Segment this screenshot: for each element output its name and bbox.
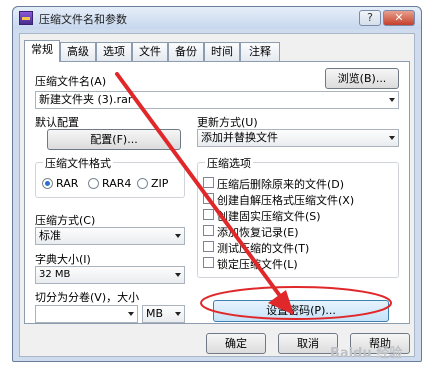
archive-name-input[interactable]: 新建文件夹 (3).rar xyxy=(35,91,399,109)
delete-after-archiving-label: 压缩后删除原来的文件(D) xyxy=(217,178,345,191)
tab-time[interactable]: 时间 xyxy=(204,42,240,61)
chevron-down-icon xyxy=(389,98,395,102)
dictionary-size-label: 字典大小(I) xyxy=(35,253,91,266)
tab-files[interactable]: 文件 xyxy=(132,42,168,61)
help-title-button[interactable]: ? xyxy=(359,10,381,26)
format-zip-label: ZIP xyxy=(151,177,169,190)
split-volumes-label: 切分为分卷(V)，大小 xyxy=(35,291,140,304)
winrar-app-icon xyxy=(19,11,33,25)
compression-method-value: 标准 xyxy=(39,229,61,242)
archive-name-value: 新建文件夹 (3).rar xyxy=(39,93,133,106)
recovery-record-checkbox[interactable] xyxy=(203,225,214,236)
chevron-down-icon xyxy=(175,234,181,238)
dialog-client-area: 常规 高级 选项 文件 备份 时间 注释 压缩文件名(A) 浏览(B)... 新… xyxy=(19,33,415,357)
tab-options[interactable]: 选项 xyxy=(96,42,132,61)
format-rar-radio[interactable] xyxy=(42,178,53,189)
split-unit-value: MB xyxy=(146,307,164,320)
create-solid-checkbox[interactable] xyxy=(203,209,214,220)
format-zip-radio[interactable] xyxy=(137,178,148,189)
test-archived-files-label: 测试压缩的文件(T) xyxy=(217,242,310,255)
close-button[interactable]: ✕ xyxy=(383,10,415,26)
compression-method-select[interactable]: 标准 xyxy=(35,227,185,245)
dictionary-size-select[interactable]: 32 MB xyxy=(35,266,185,284)
update-mode-value: 添加并替换文件 xyxy=(201,131,278,144)
chevron-down-icon xyxy=(128,312,134,316)
tab-comment[interactable]: 注释 xyxy=(240,42,280,61)
create-solid-label: 创建固实压缩文件(S) xyxy=(217,210,321,223)
chevron-down-icon xyxy=(175,273,181,277)
browse-button[interactable]: 浏览(B)... xyxy=(325,68,399,89)
lock-archive-checkbox[interactable] xyxy=(203,257,214,268)
split-unit-select[interactable]: MB xyxy=(142,305,185,323)
update-mode-label: 更新方式(U) xyxy=(197,116,258,129)
format-rar4-radio[interactable] xyxy=(88,178,99,189)
cancel-button[interactable]: 取消 xyxy=(278,333,338,354)
compression-method-label: 压缩方式(C) xyxy=(35,214,96,227)
create-sfx-label: 创建自解压格式压缩文件(X) xyxy=(217,194,355,207)
archive-format-group-title: 压缩文件格式 xyxy=(43,155,113,171)
default-profile-label: 默认配置 xyxy=(35,116,79,129)
archiving-options-group-title: 压缩选项 xyxy=(205,155,253,171)
window-title: 压缩文件名和参数 xyxy=(39,13,127,26)
tab-general[interactable]: 常规 xyxy=(24,40,60,62)
format-rar4-label: RAR4 xyxy=(102,177,132,190)
archive-name-label: 压缩文件名(A) xyxy=(35,75,107,88)
split-size-input[interactable] xyxy=(35,305,138,323)
recovery-record-label: 添加恢复记录(E) xyxy=(217,226,299,239)
chevron-down-icon xyxy=(389,136,395,140)
baidu-watermark: Baidu 经验 xyxy=(330,346,403,361)
profiles-button[interactable]: 配置(F)... xyxy=(47,129,181,150)
test-archived-files-checkbox[interactable] xyxy=(203,241,214,252)
set-password-button[interactable]: 设置密码(P)... xyxy=(213,300,389,322)
format-rar-label: RAR xyxy=(56,177,79,190)
lock-archive-label: 锁定压缩文件(L) xyxy=(217,258,298,271)
delete-after-archiving-checkbox[interactable] xyxy=(203,177,214,188)
title-bar[interactable]: 压缩文件名和参数 ? ✕ xyxy=(13,7,421,29)
chevron-down-icon xyxy=(175,312,181,316)
tab-advanced[interactable]: 高级 xyxy=(60,42,96,61)
update-mode-select[interactable]: 添加并替换文件 xyxy=(197,129,399,147)
tab-backup[interactable]: 备份 xyxy=(168,42,204,61)
ok-button[interactable]: 确定 xyxy=(206,333,266,354)
archive-dialog-window: 压缩文件名和参数 ? ✕ 常规 高级 选项 文件 备份 时间 注释 压缩文件名(… xyxy=(12,6,422,362)
general-tab-panel: 压缩文件名(A) 浏览(B)... 新建文件夹 (3).rar 默认配置 配置(… xyxy=(24,61,410,324)
dictionary-size-value: 32 MB xyxy=(39,269,71,280)
create-sfx-checkbox[interactable] xyxy=(203,193,214,204)
